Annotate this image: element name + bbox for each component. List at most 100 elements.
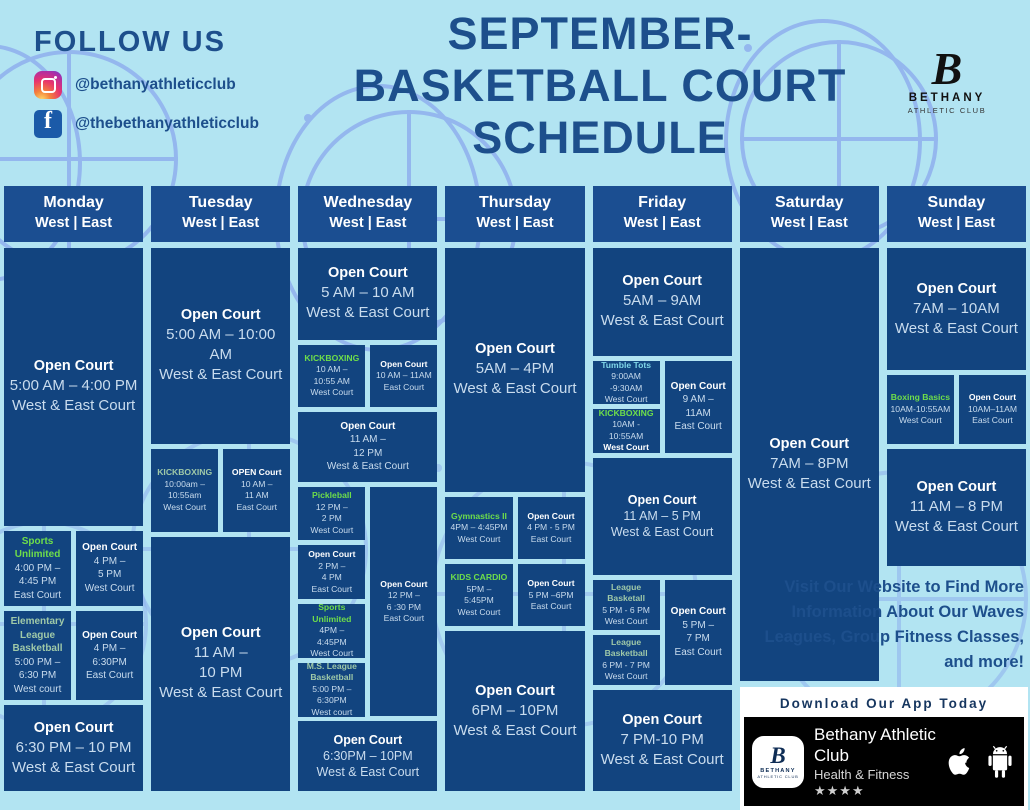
block-line: 5:00 AM – 4:00 PM [9,377,138,395]
schedule-block: League Basketball 6 PM - 7 PM West Court [592,634,660,685]
app-download-card[interactable]: Download Our App Today B BETHANY ATHLETI… [740,687,1028,810]
block-line: 4:45PM [317,636,347,647]
block-line: 12 PM [353,447,383,459]
block-line: 10 AM – 11AM [376,370,432,381]
day-name: Wednesday [323,194,413,211]
block-line: West & East Court [894,517,1018,535]
block-title: Open Court [527,510,575,521]
day-column-thursday: Thursday West | East Open Court 5AM – 4PM We… [441,186,588,796]
block-line: 7AM – 10AM [913,299,1000,317]
day-blocks: Open Court 5:00 AM – 10:00 AM West & East … [151,248,291,796]
block-line: 7 PM-10 PM [620,730,704,748]
block-line: West & East Court [306,304,430,322]
schedule-block: KICKBOXING 10AM - 10:55AM West Court [592,409,660,453]
block-line: East Court [972,415,1013,426]
block-line: West Court [163,501,207,512]
block-line: 5:00 PM – [312,683,352,694]
schedule-block: Sports Unlimited 4PM –4:45PM West Court [298,604,366,658]
follow-us-heading: FOLLOW US [34,26,226,58]
block-line: West & East Court [894,319,1018,337]
apple-icon[interactable] [946,744,976,780]
block-title: League Basketball [604,636,648,659]
schedule-block-open-court: Open Court 5:00 AM – 10:00 AM West & East … [151,248,291,444]
block-line: 7AM – 8PM [770,455,849,472]
store-badges[interactable] [940,744,1016,780]
block-line: 4 PM [321,572,342,583]
app-icon: B BETHANY ATHLETIC CLUB [752,735,804,788]
block-line: 6:30 PM – 10 PM [15,738,132,756]
block-line: 5AM – 9AM [622,292,702,310]
block-line: West & East Court [600,750,724,768]
block-line: West & East Court [316,765,420,780]
schedule-block-open-court: Open Court 6PM – 10PM West & East Court [445,631,585,791]
day-courts-label: West | East [182,215,260,231]
block-line: 5:00 AM – 10:00 AM [166,326,276,364]
block-title: Open Court [670,380,726,392]
block-line: West Court [310,524,354,535]
android-icon[interactable] [984,744,1016,780]
block-line: 5 AM – 10 AM [321,284,415,302]
schedule-block-east: Open Court 5 PM –6PM East Court [517,564,585,627]
block-line: 10 AM – [240,478,273,489]
schedule-block-open-court: Open Court 6:30PM – 10PM West & East Court [298,721,438,792]
block-line: East Court [674,421,722,433]
day-blocks: Open Court 5AM – 9AM West & East Court Tumb… [592,248,732,796]
app-bar[interactable]: B BETHANY ATHLETIC CLUB Bethany Athletic… [744,717,1024,806]
block-line: 4 PM – [93,643,126,655]
court-pair-row: KIDS CARDIO 5PM –5:45PM West Court Open Cou… [445,564,585,631]
block-title: Sports Unlimited [14,535,61,561]
block-line: 10AM - 10:55AM [608,419,644,441]
block-title: Open Court [180,307,261,324]
schedule-block: Tumble Tots 9:00AM -9:30AM West Court [592,360,660,405]
schedule-block: Open Court 2 PM –4 PM East Court [298,545,366,600]
instagram-row[interactable]: @bethanyathleticclub [34,71,334,99]
block-title: Open Court [670,606,726,618]
block-line: West Court [457,606,501,617]
day-header-sunday: Sunday West | East [886,186,1026,242]
schedule-block-west: KICKBOXING 10:00am –10:55am West Court [151,448,219,532]
facebook-row[interactable]: @thebethanyathleticclub [34,108,334,138]
block-title: KICKBOXING [157,467,213,478]
block-line: 5:00 PM – [14,656,61,668]
block-line: West & East Court [159,366,283,384]
block-line: 10 PM [199,664,243,682]
logo-subtitle: ATHLETIC CLUB [907,106,987,115]
facebook-icon [34,108,62,138]
block-line: 6:30 PM [18,670,57,682]
block-title: Pickleball [311,490,352,501]
block-line: 6 PM - 7 PM [602,659,650,670]
day-courts-label: West | East [476,215,554,231]
block-title: Sports Unlimited [312,604,352,624]
schedule-block-open-court: Open Court 11 AM – 5 PM West & East Court [592,457,732,576]
app-download-heading: Download Our App Today [779,696,989,711]
block-line: 4PM – 4:45PM [450,522,508,533]
app-icon-mark: B [770,742,786,768]
block-line: 7 PM [686,633,710,645]
block-title: Open Court [333,733,403,748]
block-title: Open Court [33,719,114,736]
day-courts-label: West | East [623,215,701,231]
east-court-column: Open Court 5 PM – 7 PM East Court [664,580,732,690]
block-title: Open Court [380,578,428,589]
east-court-column: Open Court 9 AM –11AM East Court [664,360,732,458]
app-icon-sub: ATHLETIC CLUB [757,773,799,779]
block-line: West & East Court [453,721,577,739]
block-line: West & East Court [747,475,871,492]
block-line: East Court [85,670,134,682]
block-line: West & East Court [12,397,136,415]
schedule-block-open-court: Open Court 11 AM – 10 PM West & East Court [151,536,291,792]
block-title: Open Court [916,478,997,495]
block-title: Open Court [380,358,428,369]
block-line: 4 PM – [93,555,126,567]
logo-name: BETHANY [908,92,986,104]
court-pair-row: KICKBOXING 10 AM –10:55 AM West Court Open … [298,344,438,412]
block-line: 10:55 AM [313,375,350,386]
day-name: Monday [43,194,104,211]
schedule-block-west: Boxing Basics 10AM-10:55AM West Court [886,375,954,444]
schedule-block-east: Open Court 10 AM – 11AM East Court [370,344,438,408]
schedule-block-open-court: Open Court 5:00 AM – 4:00 PM West & East C… [4,248,144,526]
block-line: 6:30PM [92,656,127,668]
schedule-block-open-court: Open Court 5 AM – 10 AM West & East Court [298,248,438,340]
day-header-saturday: Saturday West | East [739,186,879,242]
block-line: East Court [383,381,425,392]
